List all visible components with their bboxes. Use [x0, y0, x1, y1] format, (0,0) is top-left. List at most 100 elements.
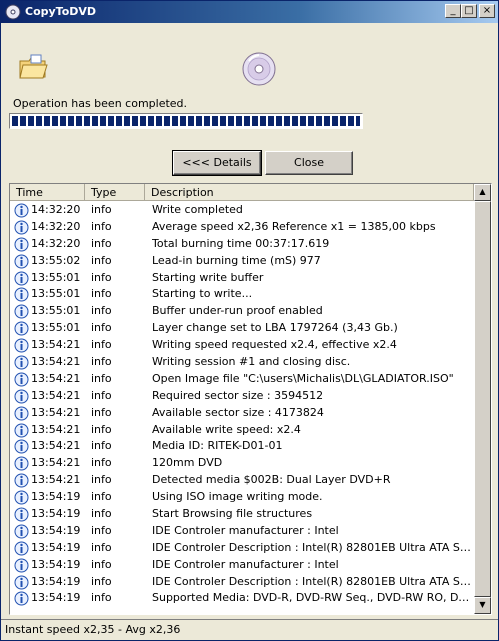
log-row[interactable]: 13:54:21 info 120mm DVD — [10, 455, 474, 472]
info-icon — [14, 338, 29, 353]
log-row[interactable]: 13:54:19 info IDE Controler manufacturer :… — [10, 557, 474, 574]
log-type: info — [91, 540, 112, 554]
log-row[interactable]: 13:55:01 info Layer change set to LBA 1797… — [10, 320, 474, 337]
log-time: 13:54:19 — [31, 591, 81, 605]
log-type: info — [91, 203, 112, 216]
cd-icon — [242, 52, 276, 86]
info-icon — [14, 473, 29, 488]
info-icon — [14, 321, 29, 336]
scroll-down-button[interactable]: ▼ — [474, 597, 491, 614]
log-time: 13:54:21 — [31, 456, 81, 470]
log-description: Supported Media: DVD-R, DVD-RW Seq., DVD… — [152, 591, 472, 605]
info-icon — [14, 558, 29, 573]
disc-icon — [5, 4, 21, 20]
log-time: 13:54:21 — [31, 422, 81, 436]
maximize-button[interactable]: □ — [461, 4, 477, 18]
info-icon — [14, 575, 29, 590]
status-bar: Instant speed x2,35 - Avg x2,36 — [1, 619, 498, 640]
log-row[interactable]: 13:54:19 info IDE Controler Description : … — [10, 540, 474, 557]
speed-status: Instant speed x2,35 - Avg x2,36 — [5, 623, 181, 636]
log-row[interactable]: 13:54:19 info IDE Controler Description : … — [10, 574, 474, 591]
log-row[interactable]: 13:55:01 info Starting to write... — [10, 286, 474, 303]
log-type: info — [91, 236, 112, 250]
log-row[interactable]: 14:32:20 info Average speed x2,36 Referenc… — [10, 219, 474, 236]
column-header-time[interactable]: Time — [10, 184, 85, 201]
log-row[interactable]: 13:54:21 info Writing session #1 and closi… — [10, 354, 474, 371]
log-time: 13:54:21 — [31, 355, 81, 369]
log-type: info — [91, 405, 112, 419]
log-type: info — [91, 507, 112, 521]
info-icon — [14, 304, 29, 319]
log-type: info — [91, 388, 112, 402]
scroll-up-button[interactable]: ▲ — [474, 184, 491, 201]
details-button[interactable]: <<< Details — [172, 150, 262, 176]
log-row[interactable]: 13:54:21 info Available write speed: x2.4 — [10, 422, 474, 439]
title-bar[interactable]: CopyToDVD _ □ × — [1, 1, 498, 23]
info-icon — [14, 490, 29, 505]
log-description: Available write speed: x2.4 — [152, 422, 301, 436]
log-type: info — [91, 591, 112, 605]
info-icon — [14, 591, 29, 606]
column-header-type[interactable]: Type — [85, 184, 145, 201]
scroll-thumb[interactable] — [474, 201, 491, 597]
log-rows: 14:32:20 info Write completed 14:32:20 info A… — [10, 202, 474, 607]
log-description: Starting to write... — [152, 287, 253, 301]
info-icon — [14, 406, 29, 421]
log-type: info — [91, 338, 112, 352]
log-row[interactable]: 13:54:21 info Open Image file "C:\users\Mi… — [10, 371, 474, 388]
log-description: Using ISO image writing mode. — [152, 490, 323, 504]
log-row[interactable]: 13:55:01 info Buffer under-run proof enabl… — [10, 303, 474, 320]
info-icon — [14, 203, 29, 218]
close-window-button[interactable]: × — [479, 4, 495, 18]
info-icon — [14, 287, 29, 302]
log-row[interactable]: 13:54:21 info Required sector size : 35945… — [10, 388, 474, 405]
close-button[interactable]: Close — [265, 151, 353, 175]
log-type: info — [91, 422, 112, 436]
log-description: Buffer under-run proof enabled — [152, 304, 323, 318]
info-icon — [14, 372, 29, 387]
log-description: Average speed x2,36 Reference x1 = 1385,… — [152, 219, 436, 233]
info-icon — [14, 355, 29, 370]
log-description: IDE Controler manufacturer : Intel — [152, 523, 339, 537]
info-icon — [14, 456, 29, 471]
log-description: Write completed — [152, 203, 243, 216]
log-time: 14:32:20 — [31, 219, 81, 233]
log-row[interactable]: 13:54:21 info Writing speed requested x2.4… — [10, 337, 474, 354]
log-type: info — [91, 456, 112, 470]
column-header-description[interactable]: Description — [145, 184, 474, 201]
log-type: info — [91, 270, 112, 284]
log-time: 13:55:02 — [31, 253, 81, 267]
log-row[interactable]: 13:54:19 info Supported Media: DVD-R, DVD-… — [10, 590, 474, 607]
log-row[interactable]: 13:54:21 info Available sector size : 4173… — [10, 405, 474, 422]
log-type: info — [91, 557, 112, 571]
log-description: Writing session #1 and closing disc. — [152, 355, 351, 369]
log-row[interactable]: 14:32:20 info Total burning time 00:37:17.… — [10, 236, 474, 253]
log-row[interactable]: 13:55:01 info Starting write buffer — [10, 270, 474, 287]
log-description: IDE Controler manufacturer : Intel — [152, 557, 339, 571]
log-time: 13:54:21 — [31, 371, 81, 385]
log-time: 13:54:19 — [31, 507, 81, 521]
log-description: IDE Controler Description : Intel(R) 828… — [152, 540, 472, 554]
log-row[interactable]: 14:32:20 info Write completed — [10, 202, 474, 219]
log-type: info — [91, 371, 112, 385]
log-row[interactable]: 13:54:19 info Using ISO image writing mode… — [10, 489, 474, 506]
log-row[interactable]: 13:55:02 info Lead-in burning time (mS) 97… — [10, 253, 474, 270]
window-title: CopyToDVD — [25, 5, 97, 18]
log-row[interactable]: 13:54:19 info Start Browsing file structur… — [10, 506, 474, 523]
log-row[interactable]: 13:54:21 info Media ID: RITEK-D01-01 — [10, 438, 474, 455]
info-icon — [14, 507, 29, 522]
log-time: 13:54:19 — [31, 523, 81, 537]
log-type: info — [91, 321, 112, 335]
log-row[interactable]: 13:54:19 info IDE Controler manufacturer :… — [10, 523, 474, 540]
log-time: 13:55:01 — [31, 270, 81, 284]
log-time: 13:54:19 — [31, 490, 81, 504]
log-description: Media ID: RITEK-D01-01 — [152, 439, 283, 453]
log-list[interactable]: Time Type Description 14:32:20 info Write … — [9, 183, 492, 615]
log-row[interactable]: 13:54:21 info Detected media $002B: Dual L… — [10, 472, 474, 489]
minimize-button[interactable]: _ — [445, 4, 461, 18]
log-time: 13:55:01 — [31, 304, 81, 318]
vertical-scrollbar[interactable]: ▲ ▼ — [474, 184, 491, 614]
info-icon — [14, 423, 29, 438]
log-header: Time Type Description — [10, 184, 474, 201]
log-time: 13:54:21 — [31, 338, 81, 352]
